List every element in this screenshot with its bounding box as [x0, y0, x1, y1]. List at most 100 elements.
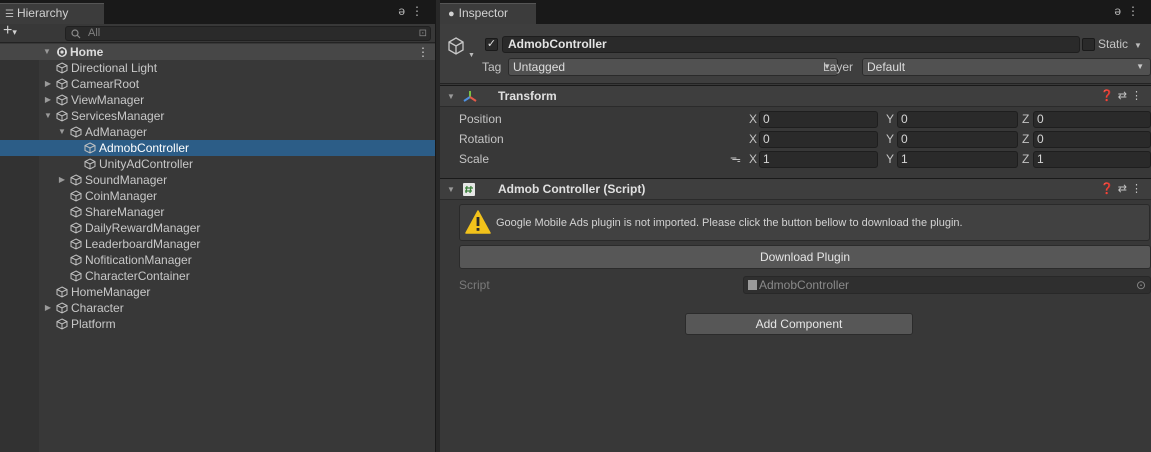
- component-kebab-icon[interactable]: ⋮: [1131, 183, 1146, 195]
- gameobject-cube-icon: [56, 286, 68, 298]
- gameobject-cube-icon: [70, 254, 82, 266]
- scene-row-home[interactable]: ▼ Home ⋮: [0, 44, 435, 60]
- rotation-z-field[interactable]: 0: [1033, 131, 1151, 148]
- axis-y-label[interactable]: Y: [886, 129, 894, 149]
- tag-dropdown[interactable]: Untagged ▼: [508, 58, 838, 76]
- rotation-y-field[interactable]: 0: [897, 131, 1018, 148]
- axis-y-label[interactable]: Y: [886, 109, 894, 129]
- position-x-field[interactable]: 0: [759, 111, 878, 128]
- hierarchy-item[interactable]: CoinManager: [0, 188, 435, 204]
- axis-z-label[interactable]: Z: [1022, 149, 1029, 169]
- axis-x-label[interactable]: X: [749, 129, 757, 149]
- icon-dropdown-icon[interactable]: ▼: [468, 52, 475, 59]
- rotation-x-field[interactable]: 0: [759, 131, 878, 148]
- info-icon: ●: [448, 8, 455, 20]
- fold-arrow-icon[interactable]: ▼: [447, 179, 455, 200]
- component-kebab-icon[interactable]: ⋮: [1131, 90, 1146, 102]
- axis-z-label[interactable]: Z: [1022, 109, 1029, 129]
- scale-label: Scale: [459, 152, 490, 166]
- hierarchy-item[interactable]: ▼ AdManager: [0, 124, 435, 140]
- kebab-menu-icon[interactable]: ⋮: [411, 4, 429, 18]
- static-checkbox[interactable]: [1082, 38, 1095, 51]
- scale-x-field[interactable]: 1: [759, 151, 878, 168]
- hierarchy-item[interactable]: LeaderboardManager: [0, 236, 435, 252]
- expand-arrow-icon[interactable]: ▶: [43, 92, 53, 108]
- script-object-field[interactable]: AdmobController ⊙: [743, 276, 1151, 294]
- hierarchy-search-input[interactable]: All ⊡: [65, 26, 431, 41]
- expand-arrow-icon[interactable]: ▶: [43, 300, 53, 316]
- warning-text: Google Mobile Ads plugin is not imported…: [496, 217, 963, 229]
- axis-x-label[interactable]: X: [749, 149, 757, 169]
- hierarchy-item[interactable]: ▼ ServicesManager: [0, 108, 435, 124]
- inspector-lock-icon[interactable]: ə: [1114, 4, 1127, 18]
- hierarchy-item-label: Platform: [71, 317, 116, 331]
- hierarchy-item[interactable]: CharacterContainer: [0, 268, 435, 284]
- search-filter-icon[interactable]: ⊡: [419, 27, 427, 40]
- create-dropdown-button[interactable]: +▾: [3, 22, 17, 40]
- hierarchy-item[interactable]: Directional Light: [0, 60, 435, 76]
- download-plugin-button[interactable]: Download Plugin: [459, 245, 1151, 269]
- static-dropdown[interactable]: Static ▼: [1098, 36, 1142, 54]
- hierarchy-item[interactable]: ShareManager: [0, 204, 435, 220]
- transform-axes-icon: [463, 91, 477, 102]
- script-component-header[interactable]: ▼ Admob Controller (Script) ❓⇄⋮: [440, 178, 1151, 200]
- scene-label: Home: [70, 45, 104, 59]
- position-z-field[interactable]: 0: [1033, 111, 1151, 128]
- scene-kebab-icon[interactable]: ⋮: [417, 44, 429, 60]
- expand-arrow-icon[interactable]: ▶: [57, 172, 67, 188]
- hierarchy-item[interactable]: ▶ Character: [0, 300, 435, 316]
- hierarchy-item-label: ShareManager: [85, 205, 165, 219]
- rotation-label: Rotation: [459, 132, 504, 146]
- hierarchy-item[interactable]: ▶ ViewManager: [0, 92, 435, 108]
- hierarchy-item[interactable]: NofiticationManager: [0, 252, 435, 268]
- rotation-row: Rotation X 0 Y 0 Z 0: [440, 129, 1151, 149]
- expand-arrow-icon[interactable]: ▶: [43, 76, 53, 92]
- tag-value: Untagged: [513, 60, 566, 74]
- fold-arrow-icon[interactable]: ▼: [447, 86, 455, 107]
- collapse-arrow-icon[interactable]: ▼: [43, 108, 53, 124]
- transform-header[interactable]: ▼ Transform ❓⇄⋮: [440, 85, 1151, 107]
- axis-x-label[interactable]: X: [749, 109, 757, 129]
- hierarchy-item[interactable]: ▶ SoundManager: [0, 172, 435, 188]
- scale-z-field[interactable]: 1: [1033, 151, 1151, 168]
- layer-dropdown[interactable]: Default ▼: [862, 58, 1151, 76]
- hierarchy-item[interactable]: UnityAdController: [0, 156, 435, 172]
- axis-y-label[interactable]: Y: [886, 149, 894, 169]
- hierarchy-toolbar: +▾ All ⊡: [0, 22, 435, 43]
- scale-y-field[interactable]: 1: [897, 151, 1018, 168]
- unity-scene-icon: [57, 47, 67, 57]
- active-checkbox[interactable]: ✓: [485, 38, 498, 51]
- constrain-proportions-icon[interactable]: ᯓ: [730, 149, 741, 169]
- tab-hierarchy[interactable]: ☰ Hierarchy: [0, 3, 104, 24]
- gameobject-cube-icon: [56, 62, 68, 74]
- preset-icon[interactable]: ⇄: [1118, 183, 1131, 195]
- hierarchy-item[interactable]: HomeManager: [0, 284, 435, 300]
- axis-z-label[interactable]: Z: [1022, 129, 1029, 149]
- help-icon[interactable]: ❓: [1100, 90, 1118, 102]
- script-component-title: Admob Controller (Script): [498, 182, 646, 196]
- position-row: Position X 0 Y 0 Z 0: [440, 109, 1151, 129]
- static-label: Static: [1098, 37, 1129, 51]
- tab-inspector[interactable]: ● Inspector: [440, 3, 536, 24]
- gameobject-cube-icon: [70, 222, 82, 234]
- inspector-panel: ● Inspector ə⋮ ▼ ✓ AdmobController Static…: [440, 0, 1151, 452]
- hierarchy-item[interactable]: Platform: [0, 316, 435, 332]
- hierarchy-item[interactable]: AdmobController: [0, 140, 435, 156]
- expand-arrow-icon[interactable]: ▼: [42, 44, 52, 60]
- collapse-arrow-icon[interactable]: ▼: [57, 124, 67, 140]
- help-icon[interactable]: ❓: [1100, 183, 1118, 195]
- inspector-kebab-icon[interactable]: ⋮: [1127, 4, 1145, 18]
- gameobject-cube-icon: [84, 158, 96, 170]
- add-component-button[interactable]: Add Component: [685, 313, 913, 335]
- object-name-field[interactable]: AdmobController: [502, 36, 1080, 53]
- lock-icon[interactable]: ə: [398, 4, 411, 18]
- hierarchy-item[interactable]: ▶ CamearRoot: [0, 76, 435, 92]
- position-y-field[interactable]: 0: [897, 111, 1018, 128]
- inspector-tab-tools: ə⋮: [1114, 4, 1145, 18]
- preset-icon[interactable]: ⇄: [1118, 90, 1131, 102]
- gameobject-cube-icon: [70, 174, 82, 186]
- object-picker-icon[interactable]: ⊙: [1136, 277, 1146, 293]
- chevron-down-icon: ▾: [12, 27, 17, 37]
- hierarchy-item[interactable]: DailyRewardManager: [0, 220, 435, 236]
- hierarchy-item-label: DailyRewardManager: [85, 221, 201, 235]
